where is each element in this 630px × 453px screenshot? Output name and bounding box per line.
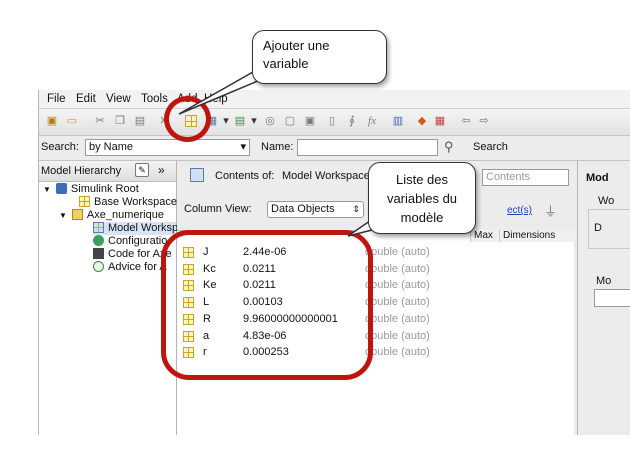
- tree-label: Configuratio: [108, 235, 168, 247]
- add-event-icon[interactable]: ∮: [345, 114, 359, 128]
- contents-search-placeholder: Contents: [486, 171, 531, 183]
- new-model-icon[interactable]: ▣: [45, 114, 59, 128]
- tree-item-model[interactable]: ▼ Axe_numerique: [59, 209, 164, 222]
- matlab-icon[interactable]: ◆: [415, 114, 429, 128]
- column-view-value: Data Objects: [271, 203, 335, 215]
- add-function-icon[interactable]: fx: [365, 114, 379, 128]
- simulink-root-icon: [55, 183, 67, 194]
- dialog-label-model: Mo: [596, 275, 612, 287]
- variable-data-type: double (auto): [365, 296, 430, 308]
- cut-icon[interactable]: ✂: [93, 114, 107, 128]
- search-button[interactable]: Search: [473, 141, 508, 153]
- tree-item-code[interactable]: Code for Axe: [93, 248, 172, 261]
- contents-icon: [190, 168, 204, 182]
- filter-icon[interactable]: ⏚: [544, 201, 557, 220]
- dialog-view-icon[interactable]: ▦: [433, 114, 447, 128]
- code-icon: [93, 248, 104, 259]
- menu-file[interactable]: File: [47, 93, 66, 105]
- toolbar: ▣ ▭ ✂ ❐ ▤ ✕ ▦ ▾ ▤ ▾ ◎ ▢ ▣ ▯ ∮ fx ▥ ◆ ▦ ⇦…: [39, 109, 630, 136]
- callout-add-variable: Ajouter une variable: [252, 30, 387, 84]
- collapse-panel-icon[interactable]: »: [158, 163, 165, 177]
- variable-data-type: double (auto): [365, 330, 430, 342]
- dialog-label-workspace: Wo: [598, 195, 615, 207]
- variable-data-type: double (auto): [365, 313, 430, 325]
- tree-item-base-workspace[interactable]: Base Workspace: [79, 196, 177, 209]
- tree-item-model-workspace[interactable]: Model Workspace: [93, 222, 196, 235]
- show-details-link[interactable]: ect(s): [507, 205, 532, 216]
- expand-arrow-icon[interactable]: ▼: [59, 211, 67, 220]
- tree-item-advice[interactable]: Advice for A: [93, 261, 167, 274]
- tree-label: Axe_numerique: [86, 209, 164, 221]
- tree-label: Simulink Root: [70, 183, 139, 195]
- columns-icon[interactable]: ▥: [391, 114, 405, 128]
- expand-arrow-icon[interactable]: ▼: [43, 185, 51, 194]
- column-header-max[interactable]: Max: [470, 230, 499, 242]
- open-folder-icon[interactable]: ▭: [65, 114, 79, 128]
- callout-pointer-add: [178, 71, 265, 115]
- menu-view[interactable]: View: [106, 93, 131, 105]
- dialog-panel: Mod Wo D Mo: [577, 161, 630, 435]
- add-block-icon[interactable]: ▢: [283, 114, 297, 128]
- variable-data-type: double (auto): [365, 346, 430, 358]
- check-circle-icon: [93, 261, 104, 272]
- menu-bar: File Edit View Tools Add Help: [39, 90, 630, 109]
- add-chart-icon[interactable]: ▣: [303, 114, 317, 128]
- add-config-icon[interactable]: ◎: [263, 114, 277, 128]
- model-hierarchy-title: Model Hierarchy: [41, 165, 122, 177]
- contents-title: Contents of:: [215, 170, 275, 182]
- edit-icon[interactable]: ✎: [135, 163, 149, 177]
- variable-data-type: double (auto): [365, 279, 430, 291]
- column-header-dimensions[interactable]: Dimensions: [499, 230, 575, 242]
- search-icon[interactable]: ⚲: [444, 139, 454, 155]
- search-by-value: by Name: [89, 141, 134, 153]
- menu-tools[interactable]: Tools: [141, 93, 168, 105]
- forward-icon[interactable]: ⇨: [477, 114, 491, 128]
- workspace-icon: [93, 222, 104, 233]
- contents-title-value: Model Workspace: [282, 170, 370, 182]
- contents-search-input[interactable]: Contents: [482, 169, 569, 186]
- variable-data-type: double (auto): [365, 263, 430, 275]
- tree-label: Advice for A: [108, 261, 167, 273]
- paste-icon[interactable]: ▤: [133, 114, 147, 128]
- workspace-icon: [79, 196, 90, 207]
- dialog-title: Mod: [586, 172, 609, 184]
- back-icon[interactable]: ⇦: [459, 114, 473, 128]
- menu-edit[interactable]: Edit: [76, 93, 96, 105]
- dialog-label-data: D: [594, 222, 602, 234]
- search-by-select[interactable]: by Name ▾: [85, 139, 250, 156]
- configuration-icon: [93, 235, 104, 246]
- search-bar: Search: by Name ▾ Name: ⚲ Search: [39, 136, 630, 161]
- model-hierarchy-header: Model Hierarchy ✎ »: [39, 161, 176, 182]
- model-hierarchy-panel: Model Hierarchy ✎ » ▼ Simulink Root Base …: [39, 161, 196, 435]
- tree-label: Base Workspace: [94, 196, 177, 208]
- copy-icon[interactable]: ❐: [113, 114, 127, 128]
- name-label: Name:: [261, 141, 294, 153]
- callout-variables-list: Liste des variables du modèle: [368, 162, 476, 234]
- add-state-icon[interactable]: ▯: [325, 114, 339, 128]
- tree-item-configuration[interactable]: Configuratio: [93, 235, 167, 248]
- chevron-down-icon: ▾: [240, 141, 246, 153]
- column-view-label: Column View:: [184, 203, 252, 215]
- workspace-data-group: D: [588, 209, 630, 249]
- tree-item-simulink-root[interactable]: ▼ Simulink Root: [43, 183, 139, 196]
- variable-data-type: double (auto): [365, 246, 430, 258]
- search-label: Search:: [41, 141, 79, 153]
- dialog-input[interactable]: [594, 289, 630, 307]
- model-icon: [71, 209, 83, 220]
- search-name-input[interactable]: [297, 139, 438, 156]
- highlight-ring-variables: [161, 230, 373, 380]
